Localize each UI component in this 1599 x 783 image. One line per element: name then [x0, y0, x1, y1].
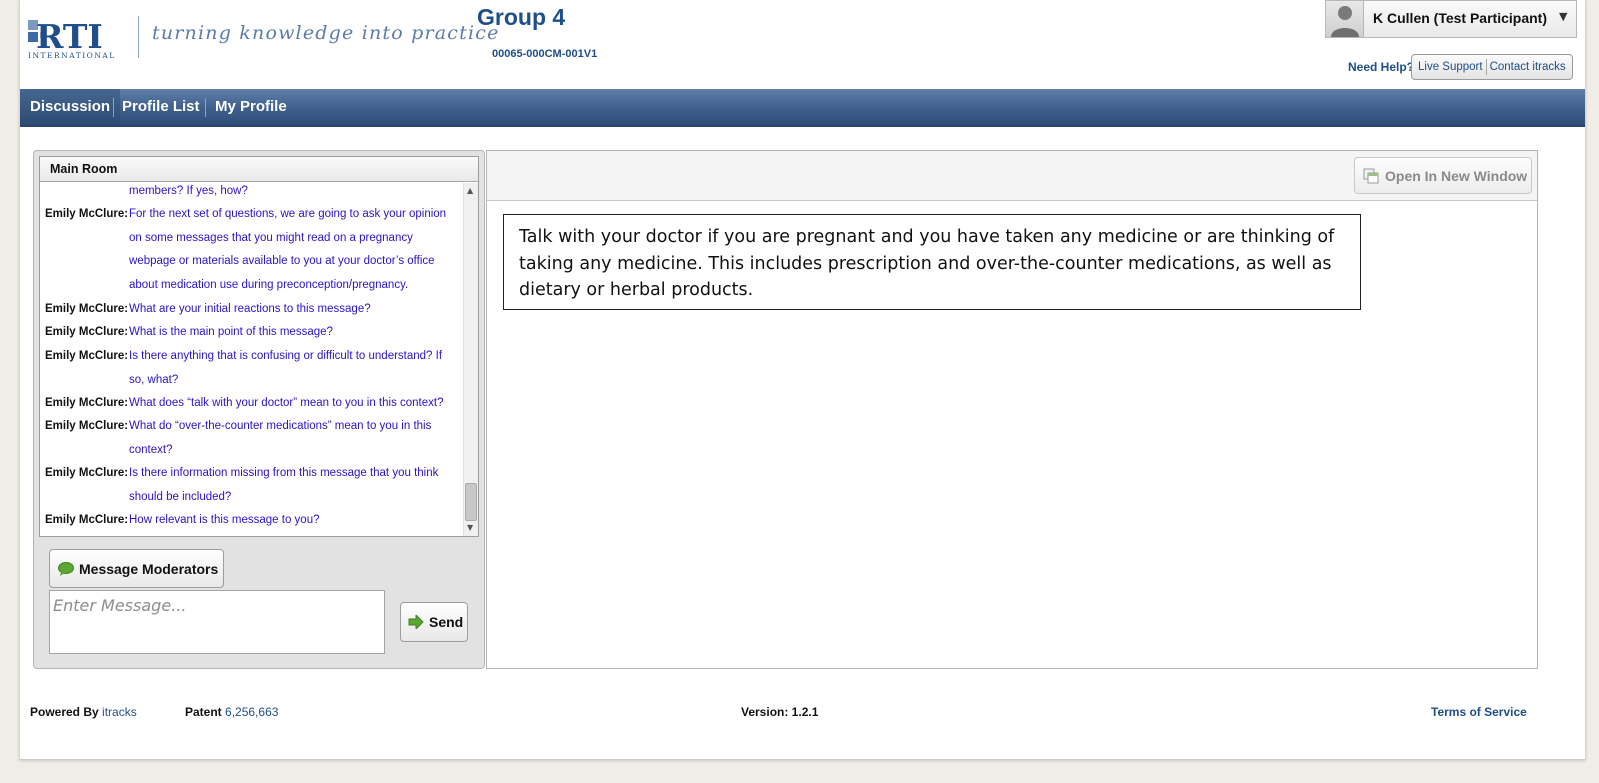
- group-title: Group 4: [477, 4, 566, 30]
- message-author: Emily McClure:: [45, 420, 129, 432]
- main-nav: Discussion Profile List My Profile: [20, 89, 1585, 127]
- page: RTI INTERNATIONAL turning knowledge into…: [19, 0, 1586, 760]
- tagline: turning knowledge into practice: [152, 22, 500, 44]
- need-help-label: Need Help?: [1348, 60, 1415, 74]
- message-input[interactable]: [49, 590, 385, 654]
- tab-discussion[interactable]: Discussion: [20, 89, 121, 125]
- room-title: Main Room: [40, 157, 478, 182]
- arrow-right-icon: [408, 615, 424, 629]
- nav-divider: [113, 98, 114, 117]
- message-scrollbar[interactable]: ▲ ▼: [463, 183, 478, 536]
- itracks-link[interactable]: itracks: [102, 705, 137, 719]
- logo-divider: [138, 16, 139, 58]
- open-in-new-window-button[interactable]: Open In New Window: [1354, 157, 1532, 194]
- patent-link[interactable]: 6,256,663: [225, 705, 278, 719]
- tab-profile-list[interactable]: Profile List: [122, 89, 200, 125]
- message-author: Emily McClure:: [45, 350, 129, 362]
- message-text: How relevant is this message to you?: [129, 514, 320, 526]
- new-window-icon: [1363, 168, 1379, 183]
- tab-my-profile[interactable]: My Profile: [215, 89, 287, 125]
- message-text: Is there anything that is confusing or d…: [129, 350, 443, 386]
- message-text: What do “over-the-counter medications” m…: [129, 420, 432, 456]
- chat-panel: Main Room members? If yes, how? Emily Mc…: [33, 150, 485, 669]
- speech-bubble-icon: [58, 561, 74, 576]
- message-text: members? If yes, how?: [129, 185, 248, 197]
- content-panel: Open In New Window Talk with your doctor…: [486, 150, 1538, 669]
- chevron-down-icon[interactable]: ▼: [1559, 10, 1567, 23]
- message-moderators-label: Message Moderators: [79, 560, 219, 577]
- open-in-new-window-label: Open In New Window: [1385, 167, 1528, 184]
- version: Version: 1.2.1: [741, 705, 819, 719]
- message-text: What does “talk with your doctor” mean t…: [129, 397, 444, 409]
- chat-room: Main Room members? If yes, how? Emily Mc…: [39, 156, 479, 537]
- patent-label: Patent: [185, 705, 222, 719]
- terms-of-service-link[interactable]: Terms of Service: [1431, 705, 1527, 719]
- user-menu[interactable]: K Cullen (Test Participant) ▼: [1325, 0, 1577, 38]
- message-author: Emily McClure:: [45, 208, 129, 220]
- message-list[interactable]: members? If yes, how? Emily McClure: For…: [40, 183, 462, 536]
- rti-logo[interactable]: RTI INTERNATIONAL: [26, 14, 146, 62]
- message-author: Emily McClure:: [45, 397, 129, 409]
- scroll-thumb[interactable]: [465, 483, 477, 521]
- avatar-icon: [1326, 1, 1364, 37]
- message-author: Emily McClure:: [45, 303, 129, 315]
- user-name: K Cullen (Test Participant): [1373, 10, 1547, 26]
- message-text: Is there information missing from this m…: [129, 467, 439, 503]
- message-author: Emily McClure:: [45, 467, 129, 479]
- footer: Powered By itracks Patent 6,256,663 Vers…: [20, 705, 1585, 725]
- nav-divider: [205, 98, 206, 117]
- send-label: Send: [429, 614, 464, 630]
- message-moderators-button[interactable]: Message Moderators: [49, 549, 224, 588]
- live-support-link[interactable]: Live Support: [1415, 61, 1486, 73]
- contact-itracks-link[interactable]: Contact itracks: [1487, 61, 1569, 73]
- powered-by: Powered By itracks: [30, 705, 137, 719]
- header: RTI INTERNATIONAL turning knowledge into…: [20, 0, 1585, 90]
- message-text: For the next set of questions, we are go…: [129, 208, 447, 291]
- message-author: Emily McClure:: [45, 326, 129, 338]
- patent: Patent 6,256,663: [185, 705, 278, 719]
- scroll-down-icon[interactable]: ▼: [467, 523, 473, 532]
- message-author: Emily McClure:: [45, 514, 129, 526]
- powered-by-label: Powered By: [30, 705, 99, 719]
- content-toolbar: Open In New Window: [487, 151, 1537, 201]
- message-text: What is the main point of this message?: [129, 326, 333, 338]
- logo-subtext: INTERNATIONAL: [28, 51, 116, 60]
- help-links: Live Support Contact itracks: [1411, 54, 1573, 80]
- group-code: 00065-000CM-001V1: [492, 48, 598, 60]
- scroll-up-icon[interactable]: ▲: [467, 186, 473, 195]
- send-button[interactable]: Send: [400, 602, 468, 642]
- message-text: What are your initial reactions to this …: [129, 303, 371, 315]
- stimulus-message: Talk with your doctor if you are pregnan…: [503, 214, 1361, 310]
